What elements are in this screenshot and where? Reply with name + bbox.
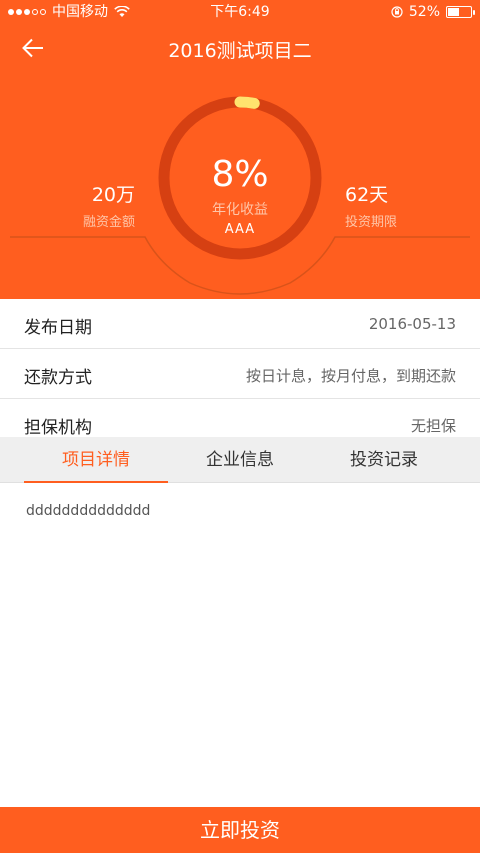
status-bar: 中国移动 下午6:49 52% bbox=[0, 0, 480, 24]
credit-grade: AAA bbox=[224, 222, 256, 237]
info-key: 还款方式 bbox=[24, 368, 92, 388]
page-title: 2016测试项目二 bbox=[168, 40, 312, 62]
invest-now-button[interactable]: 立即投资 bbox=[0, 807, 480, 853]
info-key: 发布日期 bbox=[24, 318, 92, 338]
detail-tabs: 项目详情 企业信息 投资记录 bbox=[0, 437, 480, 483]
financing-amount-label: 融资金额 bbox=[82, 215, 135, 230]
info-key: 担保机构 bbox=[24, 418, 92, 438]
investment-term: 62天 投资期限 bbox=[345, 180, 397, 230]
investment-term-value: 62天 bbox=[345, 184, 389, 206]
financing-amount-value: 20万 bbox=[91, 184, 135, 206]
info-row-publish-date: 发布日期 2016-05-13 bbox=[0, 299, 480, 349]
annual-rate: 8% bbox=[211, 154, 269, 195]
nav-bar: 2016测试项目二 bbox=[0, 24, 480, 72]
info-value: 2016-05-13 bbox=[368, 315, 456, 333]
orientation-lock-icon bbox=[391, 6, 403, 18]
info-row-guarantor: 担保机构 无担保 bbox=[0, 399, 480, 438]
annual-rate-label: 年化收益 bbox=[212, 202, 268, 218]
tab-investment-records[interactable]: 投资记录 bbox=[312, 437, 456, 483]
active-tab-indicator bbox=[24, 481, 168, 483]
investment-term-label: 投资期限 bbox=[345, 215, 398, 230]
info-row-repayment-method: 还款方式 按日计息，按月付息，到期还款 bbox=[0, 349, 480, 399]
tab-company-info[interactable]: 企业信息 bbox=[168, 437, 312, 483]
battery-icon bbox=[446, 6, 475, 18]
battery-percent: 52% bbox=[408, 4, 440, 20]
hero-banner: 中国移动 下午6:49 52% 2016测试项目二 8% 年化收益 AAA 20… bbox=[0, 0, 480, 299]
info-value: 按日计息，按月付息，到期还款 bbox=[245, 367, 456, 385]
project-detail-text: dddddddddddddd bbox=[26, 503, 151, 519]
project-info-list: 发布日期 2016-05-13 还款方式 按日计息，按月付息，到期还款 担保机构… bbox=[0, 299, 480, 438]
tab-project-details[interactable]: 项目详情 bbox=[24, 437, 168, 483]
financing-amount: 20万 融资金额 bbox=[83, 180, 135, 230]
info-value: 无担保 bbox=[410, 417, 456, 435]
